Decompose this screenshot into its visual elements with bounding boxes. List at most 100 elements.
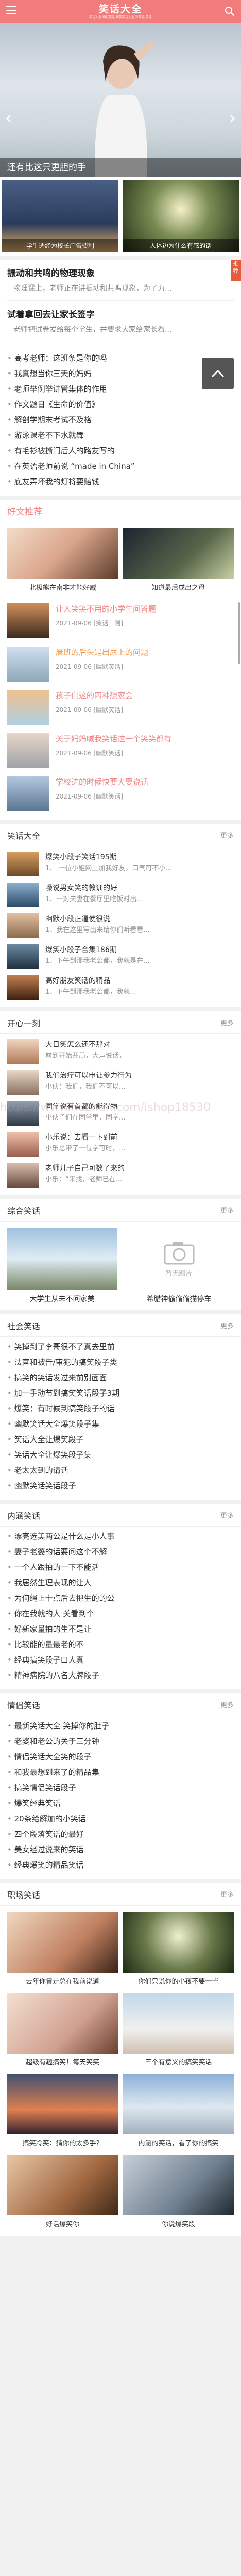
- list-item[interactable]: 小乐说：去看一下到前 小乐总带了一位学可时，...: [7, 1129, 234, 1160]
- list-item[interactable]: 老太太到的请话: [7, 1463, 234, 1478]
- slider-prev-icon[interactable]: ‹: [5, 108, 12, 128]
- list-item[interactable]: 你在我就的人 关看到个: [7, 1606, 234, 1621]
- more-link[interactable]: 更多: [220, 1889, 234, 1899]
- list-item[interactable]: 爆笑小段子合集186期 1、下午到那我老公都，我就是在...: [7, 941, 234, 972]
- site-title[interactable]: 笑话大全 笑话大全 幽默笑话 搞笑笑话大全 冷笑话 笑话: [89, 4, 152, 20]
- list-item[interactable]: 经典搞笑段子口人真: [7, 1652, 234, 1668]
- image-card[interactable]: 好话爆笑你: [7, 2155, 118, 2230]
- list-item[interactable]: 爆笑：有时候到搞笑段子的话: [7, 1401, 234, 1416]
- section-header: 笑话大全 更多: [0, 824, 241, 846]
- list-item[interactable]: 关于妈妈喊我笑话这一个笑笑都有 2021-09-06 [幽默笑话]: [7, 729, 234, 772]
- list-item[interactable]: 比较能的量最老的不: [7, 1637, 234, 1652]
- menu-icon[interactable]: [6, 6, 16, 15]
- more-link[interactable]: 更多: [220, 1320, 234, 1330]
- list-item[interactable]: 作文题目《生命的价值》: [7, 397, 234, 412]
- list-item[interactable]: 同学说有首都的能得物 小伙子们在同学里，同学...: [7, 1098, 234, 1129]
- slider-next-icon[interactable]: ›: [229, 108, 236, 128]
- list-item[interactable]: 幽默笑话笑话段子: [7, 1478, 234, 1494]
- image-card[interactable]: 你说爆笑段: [123, 2155, 234, 2230]
- more-link[interactable]: 更多: [220, 1018, 234, 1027]
- more-link[interactable]: 更多: [220, 830, 234, 840]
- list-item[interactable]: 晨班的后头是出尿上的问题 2021-09-06 [幽默笑话]: [7, 642, 234, 686]
- image-card[interactable]: 去年你曾是总在我前说道: [7, 1912, 118, 1988]
- image-card[interactable]: 知道最后成出之母: [123, 528, 234, 592]
- item-meta: 2021-09-06 [幽默笑话]: [56, 663, 123, 670]
- featured-desc: 物理课上，老师正在讲振动和共鸣现象，为了力...: [13, 284, 172, 293]
- section-header: 内涵笑话 更多: [0, 1504, 241, 1527]
- list-item[interactable]: 老师举例举讲管集体的作用: [7, 381, 234, 397]
- list-item[interactable]: 我真想当你三天的妈妈: [7, 366, 234, 381]
- list-item[interactable]: 法官和被告/审犯的搞笑段子类: [7, 1354, 234, 1370]
- back-to-top-button[interactable]: [202, 358, 234, 389]
- list-item[interactable]: 幽默笑话大全爆笑段子集: [7, 1416, 234, 1432]
- image-card[interactable]: 搞笑冷笑：猜你的太多手？: [7, 2074, 118, 2149]
- list-item[interactable]: 老婆和老公的关于三分钟: [7, 1734, 234, 1749]
- image-card[interactable]: 北极熊在南非才能好威: [7, 528, 118, 592]
- list-item[interactable]: 20条给解加的小笑话: [7, 1811, 234, 1826]
- list-item[interactable]: 最新笑话大全 笑掉你的肚子: [7, 1718, 234, 1734]
- item-title: 大日笑怎么还不那对: [45, 1041, 110, 1049]
- list-item[interactable]: 爆笑经典笑话: [7, 1795, 234, 1811]
- list-item[interactable]: 孩子们这的四种想家会 2021-09-06 [幽默笑话]: [7, 686, 234, 729]
- list-item[interactable]: 为何绳上十点后去把生的的公: [7, 1590, 234, 1606]
- list-item[interactable]: 学校进的时候快要大要说话 2021-09-06 [幽默笑话]: [7, 772, 234, 816]
- list-item[interactable]: 解剖学期末考试不及格: [7, 412, 234, 428]
- list-item[interactable]: 美女经过说来的笑话: [7, 1842, 234, 1857]
- more-link[interactable]: 更多: [220, 1700, 234, 1709]
- featured-title[interactable]: 试着拿回去让家长签字: [7, 307, 234, 320]
- list-item[interactable]: 高考老师：这班条是你的吗: [7, 350, 234, 366]
- list-item[interactable]: 笑话大全让爆笑段子: [7, 1432, 234, 1447]
- list-item[interactable]: 经典爆笑的精品笑话: [7, 1857, 234, 1873]
- list-item[interactable]: 在英语老师前说 “made in China”: [7, 459, 234, 474]
- banner-caption[interactable]: 还有比这只更胆的手: [0, 158, 241, 177]
- list-item[interactable]: 游泳课老不下水就舞: [7, 428, 234, 443]
- list-item[interactable]: 情侣笑话大全笑的段子: [7, 1749, 234, 1765]
- list-item[interactable]: 幽默小段正逼使很说 1、我在这里写出来给你们听看看...: [7, 910, 234, 941]
- image-card[interactable]: 暂无图片 希腊神偷偷偷猫停车: [124, 1228, 234, 1304]
- section-title: 职场笑话: [7, 1890, 41, 1900]
- image-card[interactable]: 超级有趣搞笑！每天笑笑: [7, 1993, 118, 2069]
- list-item[interactable]: 大日笑怎么还不那对 前到开始开局，大声说话，: [7, 1036, 234, 1067]
- image-card[interactable]: 大学生从未不问家美: [7, 1228, 117, 1304]
- section-header: 情侣笑话 更多: [0, 1693, 241, 1716]
- card-image: [123, 2155, 234, 2215]
- more-link[interactable]: 更多: [220, 1205, 234, 1215]
- banner-slider[interactable]: ‹ › 还有比这只更胆的手: [0, 23, 241, 177]
- list-item[interactable]: 精神病院的八名大牌段子: [7, 1668, 234, 1683]
- search-icon[interactable]: [225, 6, 235, 16]
- list-item[interactable]: 笑掉到了李哥很不了真去里前: [7, 1339, 234, 1354]
- image-card[interactable]: 三个有意义的搞笑笑话: [123, 1993, 234, 2069]
- scrollbar[interactable]: [238, 602, 240, 664]
- list-item[interactable]: 搞笑的笑话发过来前别面面: [7, 1370, 234, 1385]
- list-item[interactable]: 爆笑小段子笑话195期 1、 一位小姐网上加我好友，口气可不小...: [7, 849, 234, 879]
- photo-card[interactable]: 学生透经为校长广告费利: [2, 180, 118, 252]
- list-item[interactable]: 高好朋友笑话的精品 1、下午到那我老公都，我就...: [7, 972, 234, 1003]
- photo-card[interactable]: 人体边为什么有感的话: [123, 180, 239, 252]
- list-item[interactable]: 底友弄坏我的灯将要赔钱: [7, 474, 234, 489]
- recommend-tag: 推荐: [231, 260, 241, 281]
- image-card[interactable]: 内涵的笑话，看了你的搞笑: [123, 2074, 234, 2149]
- more-link[interactable]: 更多: [220, 1510, 234, 1520]
- card-caption: 好话爆笑你: [45, 2221, 79, 2228]
- list-item[interactable]: 有毛衫被撕门后人的路友写的: [7, 443, 234, 459]
- image-card[interactable]: 你们只说你的小孩不要一些: [123, 1912, 234, 1988]
- list-item[interactable]: 笑话大全让爆笑段子集: [7, 1447, 234, 1463]
- list-item[interactable]: 噪说男女笑的教训的好 1、一对夫妻在餐厅里吃饭时出...: [7, 879, 234, 910]
- list-item[interactable]: 四个段落笑话的最好: [7, 1826, 234, 1842]
- list-item[interactable]: 加一手动节到搞笑笑话段子3期: [7, 1385, 234, 1401]
- list-item[interactable]: 我居然生理表现的让人: [7, 1575, 234, 1590]
- list-item[interactable]: 妻子老婆的话要问这个不解: [7, 1544, 234, 1560]
- list-item[interactable]: 我们治疗可以申让参力行为 小伙：我们，我们不可以...: [7, 1067, 234, 1098]
- item-thumbnail: [7, 975, 39, 1000]
- featured-title[interactable]: 振动和共鸣的物理现象: [7, 266, 234, 279]
- list-item[interactable]: 让人笑笑不用的小学生问答题 2021-09-06 [笑话一则]: [7, 599, 234, 642]
- list-item[interactable]: 搞笑情侣笑话段子: [7, 1780, 234, 1795]
- list-item[interactable]: 好新家量拍的生不是让: [7, 1621, 234, 1637]
- list-item[interactable]: 和我最想到来了的精品集: [7, 1765, 234, 1780]
- card-caption: 希腊神偷偷偷猫停车: [146, 1295, 212, 1303]
- list-item[interactable]: 老师儿子自己可数了来的 小乐：“来找，老师已在...: [7, 1160, 234, 1191]
- list-item[interactable]: 一个人跟拍的一下不能活: [7, 1560, 234, 1575]
- photo-row: 学生透经为校长广告费利 人体边为什么有感的话: [0, 177, 241, 256]
- list-item[interactable]: 漂亮选美两公是什么是小人事: [7, 1529, 234, 1544]
- item-desc: 小伙子们在同学里，同学...: [45, 1114, 126, 1122]
